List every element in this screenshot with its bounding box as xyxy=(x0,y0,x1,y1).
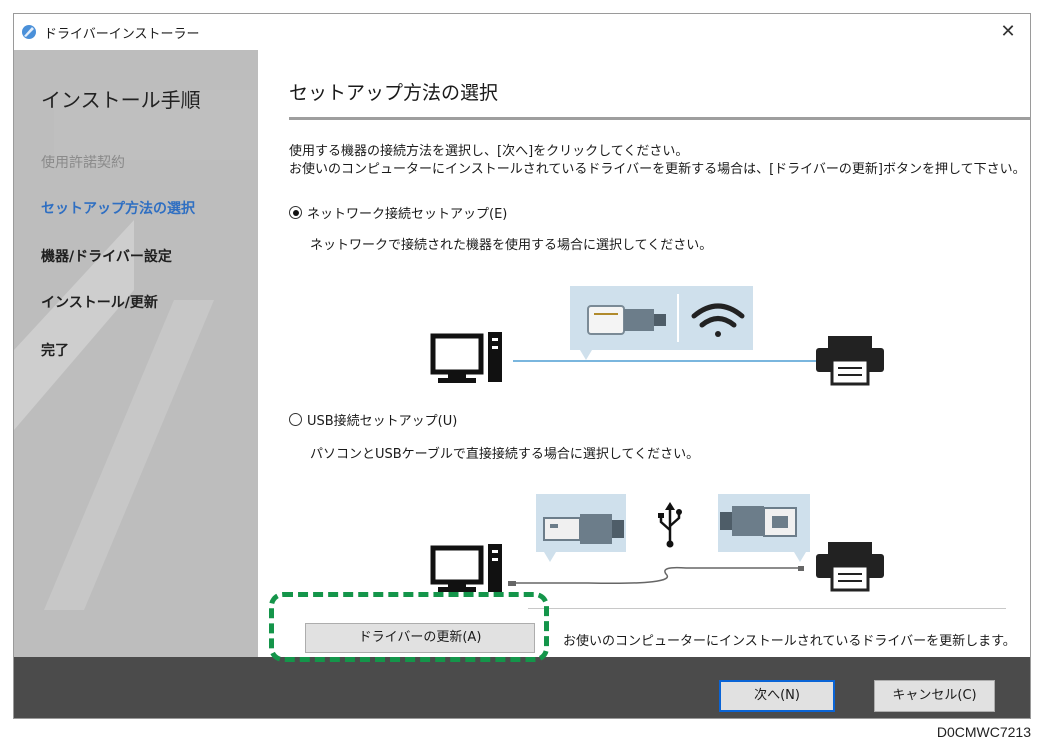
network-setup-radio[interactable] xyxy=(289,206,302,219)
title-bar: ドライバーインストーラー ✕ xyxy=(14,14,1030,50)
installer-window: ドライバーインストーラー ✕ インストール手順 使用許諾契約 セットアップ方法の… xyxy=(13,13,1031,719)
step-device-driver-settings: 機器/ドライバー設定 xyxy=(41,249,172,265)
figure-code: D0CMWC7213 xyxy=(936,724,1031,740)
title-divider xyxy=(289,117,1030,120)
printer-icon xyxy=(816,336,884,386)
usb-setup-option[interactable]: USB接続セットアップ(U) xyxy=(289,410,457,429)
main-panel: セットアップ方法の選択 使用する機器の接続方法を選択し、[次へ]をクリックしてく… xyxy=(258,50,1030,657)
sidebar-title: インストール手順 xyxy=(41,88,201,112)
network-setup-description: ネットワークで接続された機器を使用する場合に選択してください。 xyxy=(310,238,713,253)
computer-icon xyxy=(430,544,502,592)
network-setup-option[interactable]: ネットワーク接続セットアップ(E) xyxy=(289,203,507,222)
update-driver-description: お使いのコンピューターにインストールされているドライバーを更新します。 xyxy=(563,634,1016,649)
usb-a-plug-icon xyxy=(543,514,624,544)
step-setup-method: セットアップ方法の選択 xyxy=(41,201,195,217)
usb-setup-radio[interactable] xyxy=(289,413,302,426)
page-title: セットアップ方法の選択 xyxy=(289,82,499,104)
close-button[interactable]: ✕ xyxy=(986,14,1030,50)
usb-setup-description: パソコンとUSBケーブルで直接接続する場合に選択してください。 xyxy=(310,447,700,462)
printer-icon xyxy=(816,542,884,592)
next-button[interactable]: 次へ(N) xyxy=(719,680,835,712)
usb-setup-label: USB接続セットアップ(U) xyxy=(307,414,458,429)
network-illustration xyxy=(430,286,884,386)
close-icon: ✕ xyxy=(1000,21,1016,42)
network-setup-label: ネットワーク接続セットアップ(E) xyxy=(307,207,508,222)
section-divider xyxy=(528,608,1006,609)
usb-symbol-icon xyxy=(658,502,682,548)
instruction-line-1: 使用する機器の接続方法を選択し、[次へ]をクリックしてください。 xyxy=(289,144,689,159)
steps-sidebar: インストール手順 使用許諾契約 セットアップ方法の選択 機器/ドライバー設定 イ… xyxy=(14,50,258,657)
cancel-button[interactable]: キャンセル(C) xyxy=(874,680,995,712)
usb-illustration xyxy=(430,494,884,592)
window-title: ドライバーインストーラー xyxy=(44,27,200,42)
step-complete: 完了 xyxy=(41,343,69,359)
footer-bar: 次へ(N) キャンセル(C) xyxy=(14,657,1030,718)
update-driver-button[interactable]: ドライバーの更新(A) xyxy=(305,623,535,653)
step-license-agreement: 使用許諾契約 xyxy=(41,155,125,171)
app-icon xyxy=(22,25,36,39)
step-install-update: インストール/更新 xyxy=(41,295,158,311)
instruction-line-2: お使いのコンピューターにインストールされているドライバーを更新する場合は、[ドラ… xyxy=(289,162,1026,177)
computer-icon xyxy=(430,332,502,383)
